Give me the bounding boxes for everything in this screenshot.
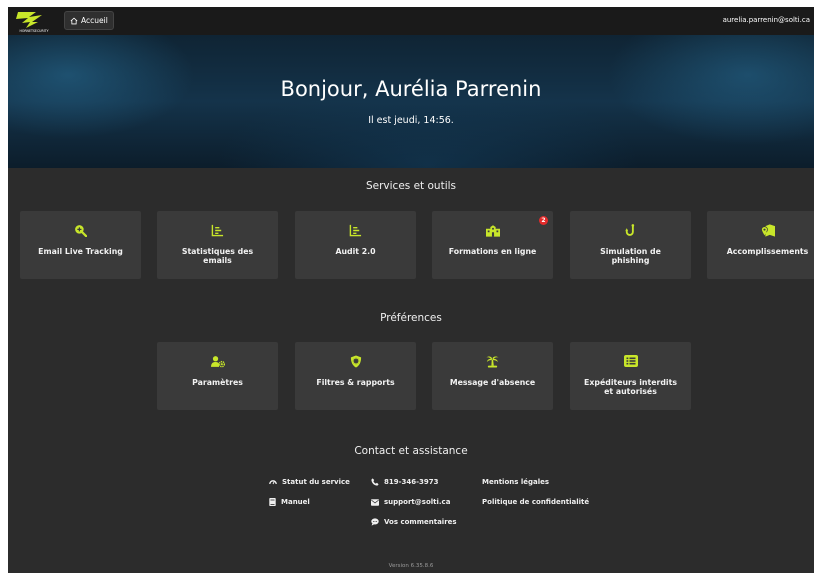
tile-label: Email Live Tracking [38,247,123,256]
feedback-link[interactable]: Vos commentaires [371,518,457,526]
map-marker-icon [760,223,775,237]
school-icon [485,223,500,237]
tile-settings[interactable]: Paramètres [157,342,278,410]
hook-icon [624,223,638,237]
list-icon [623,354,638,368]
feedback-label: Vos commentaires [384,518,457,526]
notification-badge: 2 [539,216,548,225]
comment-icon [371,518,379,526]
home-label: Accueil [81,16,108,25]
contact-section-title: Contact et assistance [354,445,468,457]
support-email-link[interactable]: support@solti.ca [371,498,450,506]
tile-label: Message d'absence [449,378,536,387]
privacy-policy-label: Politique de confidentialité [482,498,590,506]
palm-tree-icon [486,354,500,368]
greeting-title: Bonjour, Aurélia Parrenin [280,77,542,101]
legal-notice-label: Mentions légales [482,478,550,486]
phone-label: 819-346-3973 [384,478,439,486]
tile-audit[interactable]: Audit 2.0 [295,211,416,279]
book-icon [269,498,276,506]
envelope-icon [371,498,379,506]
app-window: HORNETSECURITY Accueil aurelia.parrenin@… [8,7,814,573]
tile-label: Expéditeurs interdits et autorisés [584,378,677,396]
tile-label: Simulation de phishing [600,247,661,265]
service-status-label: Statut du service [282,478,350,486]
tile-label: Filtres & rapports [316,378,395,387]
chart-icon [211,223,225,237]
chart-icon [349,223,363,237]
user-menu[interactable]: aurelia.parrenin@solti.ca [723,16,810,24]
svg-text:HORNETSECURITY: HORNETSECURITY [19,29,48,33]
privacy-policy-link[interactable]: Politique de confidentialité [482,498,589,506]
tile-email-statistics[interactable]: Statistiques des emails [157,211,278,279]
phone-link[interactable]: 819-346-3973 [371,478,439,486]
tile-email-live-tracking[interactable]: Email Live Tracking [20,211,141,279]
tile-label: Audit 2.0 [335,247,376,256]
tile-achievements[interactable]: Accomplissements [707,211,814,279]
gauge-icon [269,480,277,485]
top-bar: HORNETSECURITY Accueil aurelia.parrenin@… [8,7,814,35]
tile-label: Formations en ligne [448,247,537,256]
services-section-title: Services et outils [365,180,457,192]
hero-banner: Bonjour, Aurélia Parrenin Il est jeudi, … [8,35,814,168]
version-label: Version 6.35.8.6 [388,563,434,569]
manual-link[interactable]: Manuel [269,498,310,506]
tile-filters-reports[interactable]: Filtres & rapports [295,342,416,410]
greeting-subtitle: Il est jeudi, 14:56. [368,115,454,126]
hornetsecurity-logo[interactable]: HORNETSECURITY [12,9,56,33]
user-gear-icon [210,354,225,368]
magnify-plus-icon [74,223,88,237]
home-icon [70,17,78,24]
tile-blocked-allowed-senders[interactable]: Expéditeurs interdits et autorisés [570,342,691,410]
tile-absence-message[interactable]: Message d'absence [432,342,553,410]
phone-icon [371,478,379,486]
tile-label: Paramètres [192,378,243,387]
tile-phishing-simulation[interactable]: Simulation de phishing [570,211,691,279]
support-email-label: support@solti.ca [384,498,451,506]
legal-notice-link[interactable]: Mentions légales [482,478,549,486]
preferences-section-title: Préférences [380,312,442,324]
shield-virus-icon [349,354,363,368]
tile-label: Statistiques des emails [181,247,254,265]
tile-label: Accomplissements [726,247,809,256]
service-status-link[interactable]: Statut du service [269,478,350,486]
manual-label: Manuel [281,498,310,506]
home-button[interactable]: Accueil [64,11,114,30]
tile-online-training[interactable]: 2 Formations en ligne [432,211,553,279]
